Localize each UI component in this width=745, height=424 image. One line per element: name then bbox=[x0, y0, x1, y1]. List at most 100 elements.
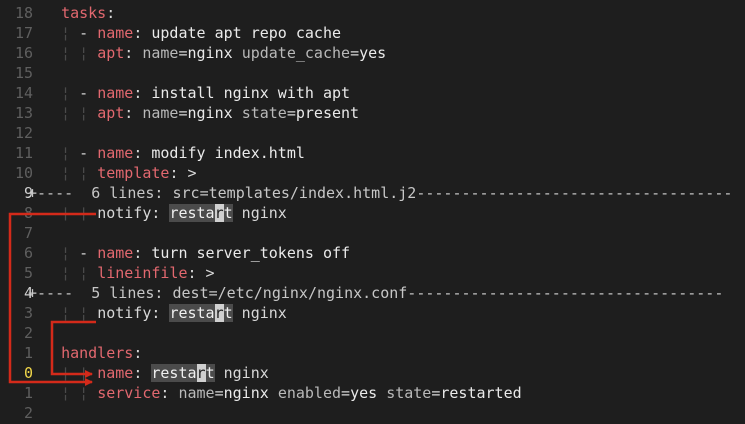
search-highlight: resta bbox=[169, 204, 215, 222]
code-line[interactable]: 6 ¦ - name: turn server_tokens off bbox=[0, 243, 745, 263]
code-token: turn server_tokens off bbox=[151, 244, 351, 262]
line-number: 13 bbox=[14, 104, 33, 122]
code-token: nginx bbox=[232, 204, 287, 222]
code-token: = bbox=[178, 104, 188, 122]
fold-line[interactable]: 9 +---- 6 lines: src=templates/index.html… bbox=[0, 183, 745, 203]
yaml-key: name bbox=[97, 144, 134, 162]
code-line[interactable]: 17 ¦ - name: update apt repo cache bbox=[0, 23, 745, 43]
line-number: 14 bbox=[14, 84, 33, 102]
code-token: nginx bbox=[232, 304, 287, 322]
line-number: 2 bbox=[23, 404, 33, 422]
yaml-key: apt bbox=[97, 44, 125, 62]
code-line[interactable]: 2 bbox=[0, 323, 745, 343]
yaml-key: service bbox=[97, 384, 161, 402]
module-arg: update_cache bbox=[241, 44, 351, 62]
text-cursor: r bbox=[214, 204, 224, 222]
code-token: nginx bbox=[187, 44, 242, 62]
code-token: = bbox=[341, 384, 351, 402]
search-highlight: resta bbox=[169, 304, 215, 322]
indent-guide: ¦ ¦ bbox=[43, 384, 98, 402]
indent-guide: ¦ ¦ bbox=[43, 164, 98, 182]
indent-guide: ¦ ¦ bbox=[43, 204, 98, 222]
fold-text: +---- 5 lines: dest=/etc/nginx/nginx.con… bbox=[28, 284, 724, 302]
code-line[interactable]: 13 ¦ ¦ apt: name=nginx state=present bbox=[0, 103, 745, 123]
line-text: ¦ ¦ notify: restart nginx bbox=[43, 203, 287, 223]
code-token: : bbox=[133, 84, 152, 102]
code-line[interactable]: 2 bbox=[0, 403, 745, 423]
code-token: present bbox=[295, 104, 360, 122]
code-token: = bbox=[286, 104, 296, 122]
code-token: yes bbox=[350, 384, 387, 402]
code-token: - bbox=[79, 84, 98, 102]
line-text: ¦ - name: install nginx with apt bbox=[43, 83, 350, 103]
line-text: handlers: bbox=[43, 343, 142, 363]
line-number: 1 bbox=[23, 384, 33, 402]
fold-line[interactable]: 4 +---- 5 lines: dest=/etc/nginx/nginx.co… bbox=[0, 283, 745, 303]
yaml-key: name bbox=[97, 24, 134, 42]
indent-guide: ¦ bbox=[43, 244, 80, 262]
yaml-key: apt bbox=[97, 104, 125, 122]
code-token: : bbox=[133, 24, 152, 42]
line-text: tasks: bbox=[43, 3, 115, 23]
line-text: ¦ - name: update apt repo cache bbox=[43, 23, 341, 43]
code-line[interactable]: 0 ¦ ¦ name: restart nginx bbox=[0, 363, 745, 383]
code-line[interactable]: 1 handlers: bbox=[0, 343, 745, 363]
module-arg: state bbox=[386, 384, 432, 402]
line-number: 15 bbox=[14, 64, 33, 82]
code-line[interactable]: 3 ¦ ¦ notify: restart nginx bbox=[0, 303, 745, 323]
text-cursor: r bbox=[214, 304, 224, 322]
line-text: ¦ ¦ service: name=nginx enabled=yes stat… bbox=[43, 383, 522, 403]
line-number: 7 bbox=[23, 224, 33, 242]
code-token: nginx bbox=[223, 384, 278, 402]
line-number: 8 bbox=[23, 204, 33, 222]
yaml-key: handlers bbox=[61, 344, 134, 362]
code-line[interactable]: 16 ¦ ¦ apt: name=nginx update_cache=yes bbox=[0, 43, 745, 63]
code-line[interactable]: 12 bbox=[0, 123, 745, 143]
line-text: ¦ - name: modify index.html bbox=[43, 143, 305, 163]
line-number: 3 bbox=[23, 304, 33, 322]
line-number: 17 bbox=[14, 24, 33, 42]
code-token: nginx bbox=[214, 364, 269, 382]
code-line[interactable]: 18 tasks: bbox=[0, 3, 745, 23]
code-line[interactable]: 8 ¦ ¦ notify: restart nginx bbox=[0, 203, 745, 223]
code-token: : bbox=[133, 244, 152, 262]
indent-guide: ¦ bbox=[43, 144, 80, 162]
code-token: : bbox=[124, 104, 143, 122]
code-line[interactable]: 15 bbox=[0, 63, 745, 83]
line-number: 2 bbox=[23, 324, 33, 342]
code-token: notify: bbox=[97, 204, 170, 222]
code-line[interactable]: 7 bbox=[0, 223, 745, 243]
code-token: restarted bbox=[440, 384, 522, 402]
indent-guide: ¦ bbox=[43, 84, 80, 102]
code-token: : bbox=[124, 44, 143, 62]
code-token: : > bbox=[187, 264, 215, 282]
code-line[interactable]: 1 ¦ ¦ service: name=nginx enabled=yes st… bbox=[0, 383, 745, 403]
line-text: ¦ - name: turn server_tokens off bbox=[43, 243, 350, 263]
line-number: 18 bbox=[14, 4, 33, 22]
code-line[interactable]: 11 ¦ - name: modify index.html bbox=[0, 143, 745, 163]
line-text: ¦ ¦ notify: restart nginx bbox=[43, 303, 287, 323]
fold-text: +---- 6 lines: src=templates/index.html.… bbox=[28, 184, 733, 202]
indent-guide: ¦ ¦ bbox=[43, 44, 98, 62]
line-text: ¦ ¦ name: restart nginx bbox=[43, 363, 269, 383]
code-line[interactable]: 14 ¦ - name: install nginx with apt bbox=[0, 83, 745, 103]
indent-guide: ¦ ¦ bbox=[43, 264, 98, 282]
code-line[interactable]: 5 ¦ ¦ lineinfile: > bbox=[0, 263, 745, 283]
yaml-key: tasks bbox=[61, 4, 107, 22]
code-token: modify index.html bbox=[151, 144, 305, 162]
code-token: : bbox=[133, 344, 143, 362]
code-line[interactable]: 10 ¦ ¦ template: > bbox=[0, 163, 745, 183]
text-cursor: r bbox=[196, 364, 206, 382]
line-text: ¦ ¦ template: > bbox=[43, 163, 197, 183]
fold-summary: +---- 6 lines: src=templates/index.html.… bbox=[28, 183, 732, 203]
line-text: ¦ ¦ lineinfile: > bbox=[43, 263, 215, 283]
code-token: = bbox=[350, 44, 360, 62]
code-token: : > bbox=[169, 164, 197, 182]
code-editor[interactable]: 18 tasks: 17 ¦ - name: update apt repo ca… bbox=[0, 0, 745, 424]
code-token: : bbox=[106, 4, 116, 22]
code-token: = bbox=[178, 44, 188, 62]
yaml-key: name bbox=[97, 244, 134, 262]
code-token: yes bbox=[359, 44, 387, 62]
